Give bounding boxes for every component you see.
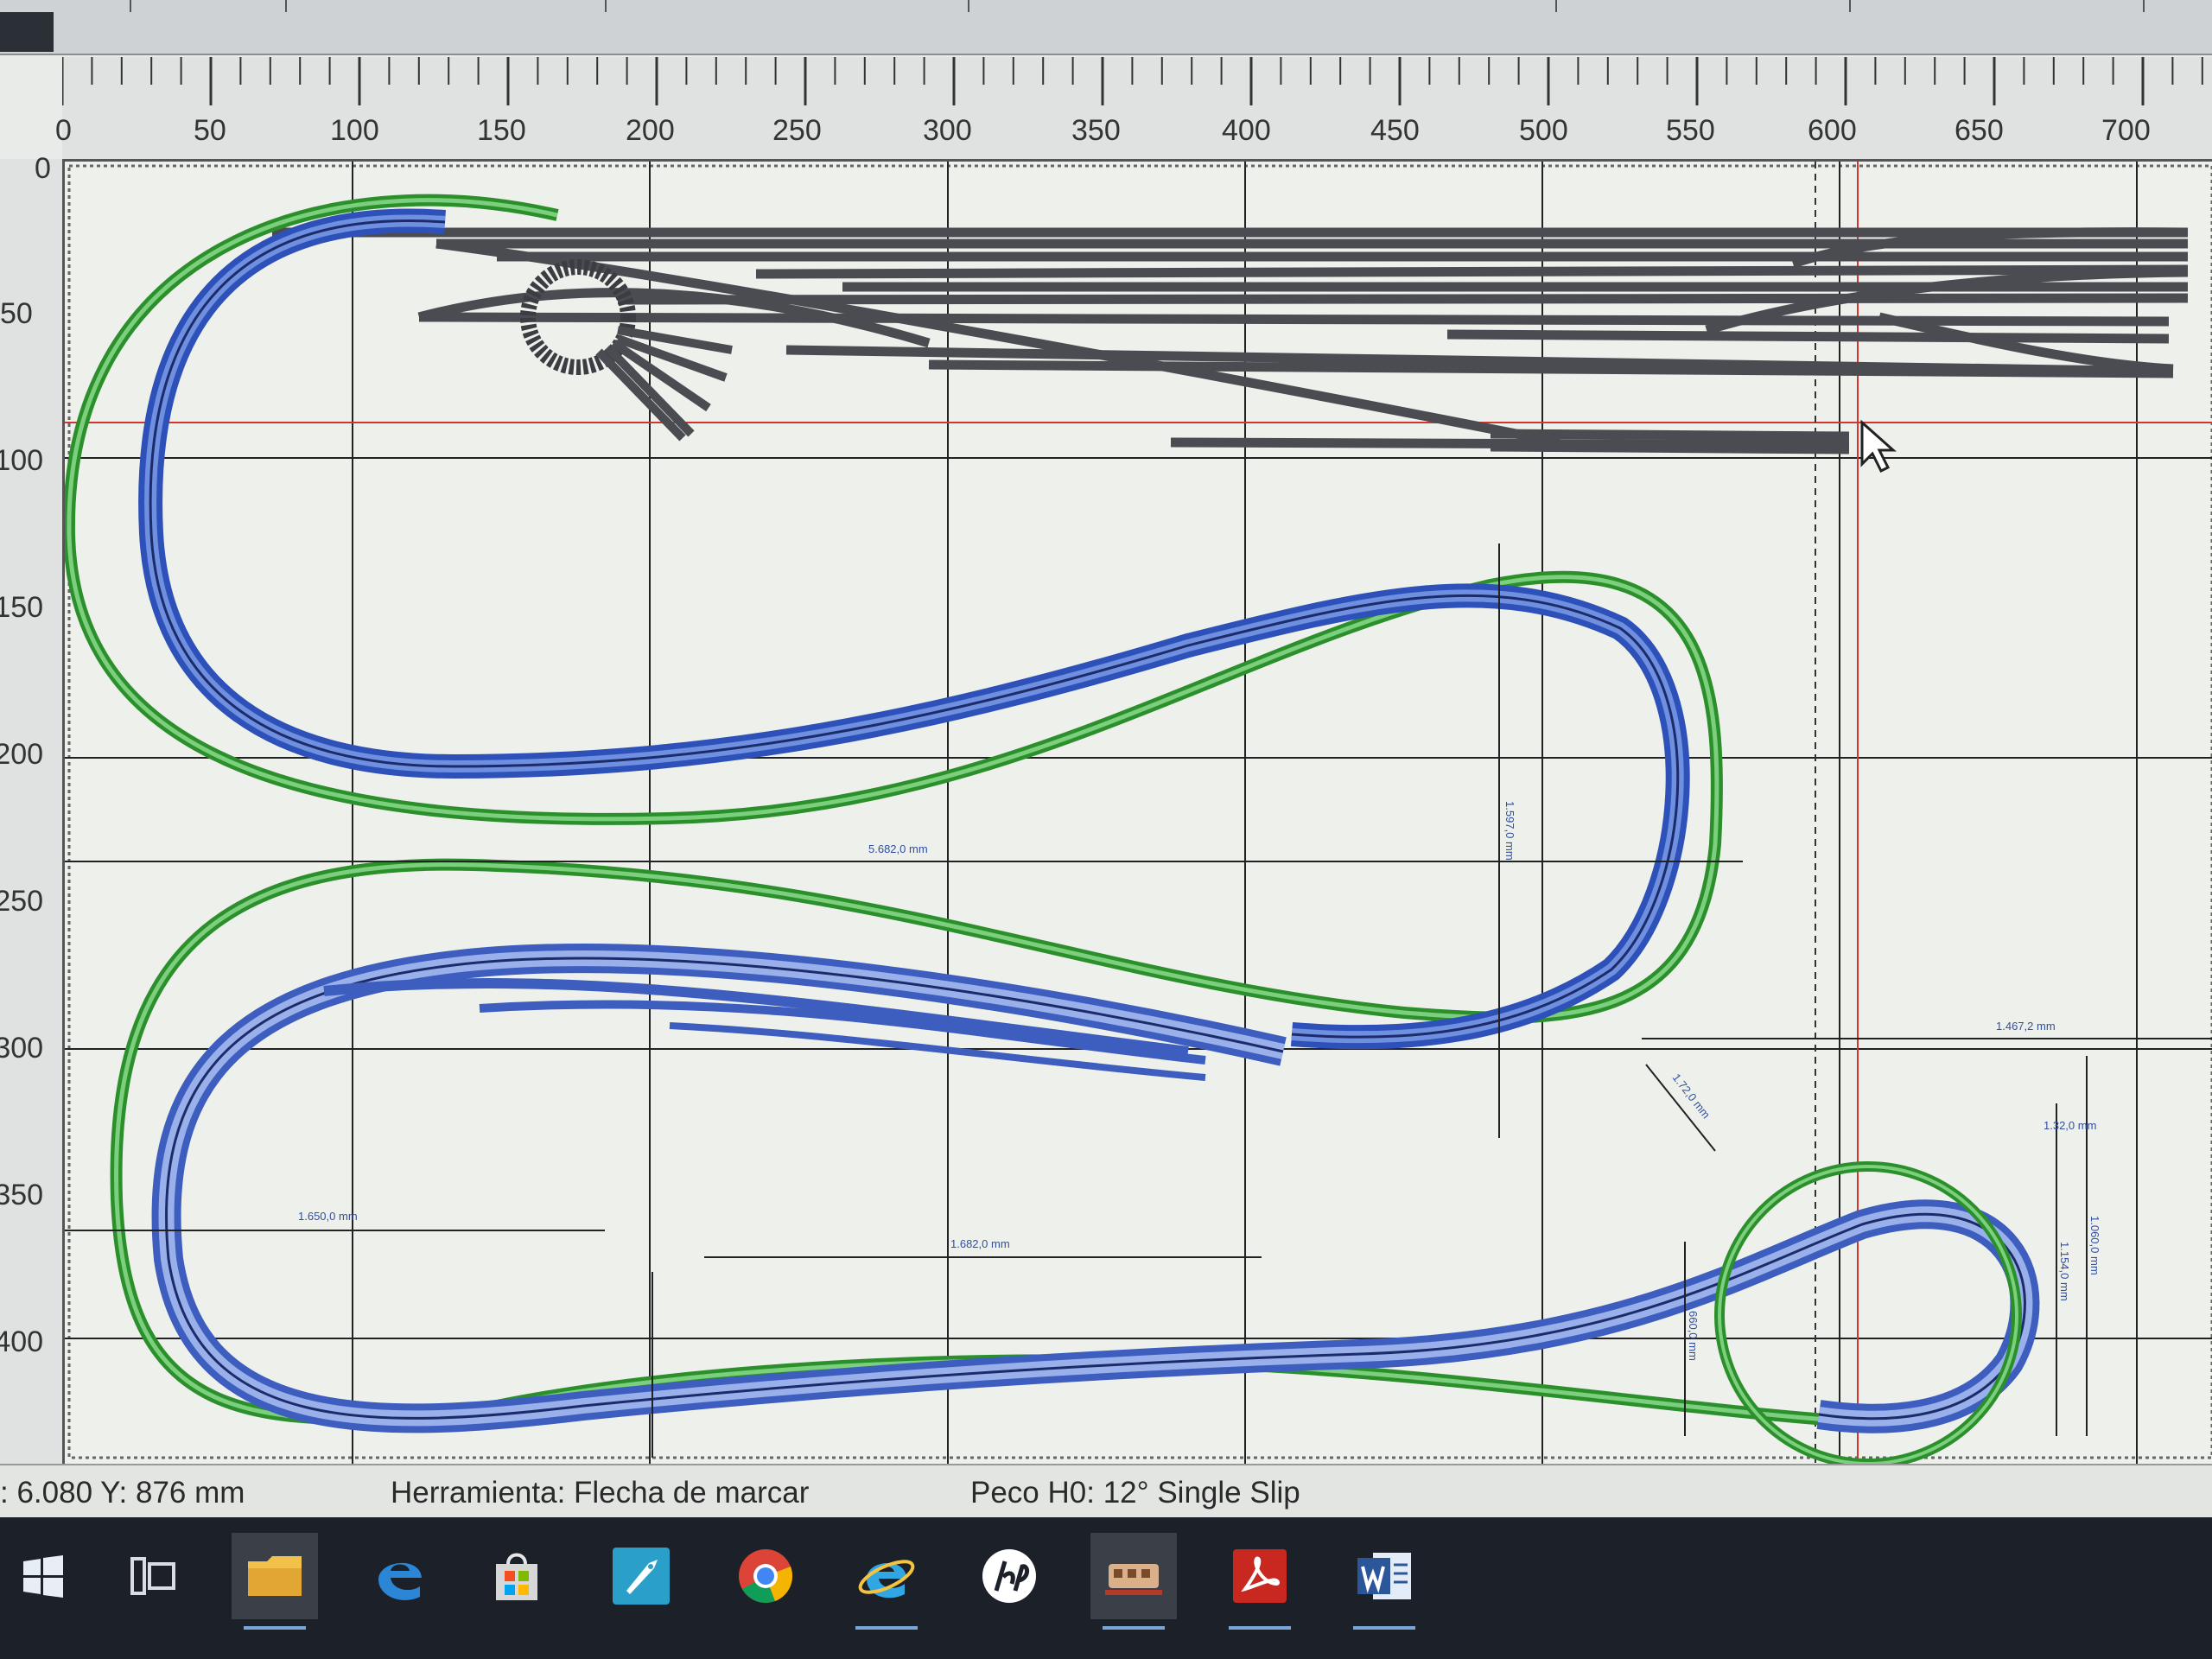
dimension-label-right: 1.467,2 mm	[1996, 1020, 2056, 1033]
acrobat-icon	[1233, 1549, 1287, 1603]
dimension-label-left: 1.650,0 mm	[298, 1210, 358, 1223]
open-indicator	[855, 1626, 918, 1630]
vruler-label: -300	[0, 1032, 44, 1065]
hruler-label: 0	[55, 114, 72, 147]
word-button[interactable]	[1341, 1533, 1427, 1630]
dimension-label-right-small: 1.32,0 mm	[2044, 1119, 2096, 1132]
layout-canvas[interactable]: 5.682,0 mm 1.597,0 mm 1.650,0 mm 1.682,0…	[65, 162, 2212, 1464]
open-indicator	[1229, 1626, 1291, 1630]
train-app-icon	[1105, 1564, 1162, 1595]
edge-button[interactable]	[356, 1533, 442, 1619]
titlebar-tick	[968, 0, 969, 12]
open-indicator	[1353, 1626, 1415, 1630]
vertical-ruler[interactable]: 0 50 -100 -150 -200 -250 -300 -350 -400	[0, 152, 65, 1464]
hp-button[interactable]	[966, 1533, 1052, 1619]
vruler-label: -100	[0, 444, 44, 477]
lower-blue-loops	[151, 944, 2040, 1433]
train-app-button[interactable]	[1090, 1533, 1177, 1630]
edge-icon	[378, 1562, 422, 1600]
store-button[interactable]	[474, 1533, 560, 1619]
dimension-label-right-v1: 1.154,0 mm	[2058, 1242, 2071, 1301]
hruler-label: 600	[1808, 114, 1857, 147]
internet-explorer-button[interactable]	[843, 1533, 930, 1630]
hruler-label: 400	[1222, 114, 1271, 147]
store-icon	[496, 1553, 537, 1600]
vruler-label: -200	[0, 738, 44, 771]
hruler-label: 550	[1666, 114, 1715, 147]
dimension-label-right-v2: 1.060,0 mm	[2088, 1216, 2101, 1275]
status-tool: Herramienta: Flecha de marcar	[391, 1476, 810, 1510]
hruler-label: 150	[477, 114, 526, 147]
hruler-label: 250	[772, 114, 822, 147]
titlebar-tick	[1849, 0, 1851, 12]
horizontal-ruler[interactable]: 0 50 100 150 200 250 300 350 400 450 500…	[55, 57, 2212, 162]
start-icon	[23, 1555, 63, 1598]
mouse-pointer-icon	[1860, 419, 1897, 474]
vruler-label: -250	[0, 885, 44, 918]
titlebar-tick	[1555, 0, 1557, 12]
rocket-app-button[interactable]	[598, 1533, 684, 1619]
status-selected-item: Peco H0: 12° Single Slip	[970, 1476, 1300, 1510]
dimension-label-bottom: 1.682,0 mm	[950, 1237, 1010, 1250]
chrome-icon	[739, 1549, 793, 1603]
vruler-label: 0	[35, 152, 51, 185]
word-icon	[1357, 1553, 1411, 1599]
hruler-label: 650	[1955, 114, 2004, 147]
vruler-label: -150	[0, 591, 44, 624]
hp-icon	[982, 1549, 1036, 1603]
titlebar-tick	[130, 0, 131, 12]
status-coordinates: : 6.080 Y: 876 mm	[0, 1476, 245, 1510]
hruler-label: 700	[2101, 114, 2151, 147]
task-view-icon	[130, 1557, 175, 1595]
yard-tracks	[272, 227, 2189, 454]
vruler-label: 50	[0, 297, 33, 330]
titlebar-tick	[285, 0, 287, 12]
horizontal-ruler-ticks	[62, 57, 2203, 105]
dimension-label-vertical: 1.597,0 mm	[1503, 801, 1516, 861]
rocket-app-icon	[613, 1548, 670, 1605]
active-indicator	[244, 1626, 306, 1630]
file-explorer-button[interactable]	[232, 1533, 318, 1630]
hruler-label: 100	[330, 114, 379, 147]
chrome-button[interactable]	[722, 1533, 809, 1619]
hruler-label: 300	[923, 114, 972, 147]
vruler-label: -400	[0, 1325, 44, 1358]
track-planner-window: 0 50 100 150 200 250 300 350 400 450 500…	[0, 0, 2212, 1659]
dimension-labels: 5.682,0 mm 1.597,0 mm 1.650,0 mm 1.682,0…	[298, 801, 2101, 1361]
window-corner-block	[0, 12, 54, 52]
dimension-label-diagonal: 1.72,0 mm	[1670, 1071, 1713, 1122]
title-bar	[0, 0, 2212, 55]
vruler-label: -350	[0, 1179, 44, 1211]
titlebar-tick	[2143, 0, 2145, 12]
titlebar-tick	[605, 0, 607, 12]
open-indicator	[1103, 1626, 1165, 1630]
dimension-label-top: 5.682,0 mm	[868, 842, 928, 855]
status-bar: : 6.080 Y: 876 mm Herramienta: Flecha de…	[0, 1464, 2212, 1519]
hruler-label: 450	[1370, 114, 1420, 147]
dimension-lines	[65, 543, 2212, 1458]
track-plan-drawing: 5.682,0 mm 1.597,0 mm 1.650,0 mm 1.682,0…	[65, 162, 2212, 1464]
windows-taskbar	[0, 1517, 2212, 1659]
hruler-label: 350	[1071, 114, 1121, 147]
file-explorer-icon	[248, 1556, 302, 1596]
hruler-label: 200	[626, 114, 675, 147]
dimension-label-loop: 660,0 mm	[1687, 1311, 1700, 1361]
hruler-label: 500	[1519, 114, 1568, 147]
hruler-label: 50	[194, 114, 226, 147]
acrobat-button[interactable]	[1217, 1533, 1303, 1630]
start-button[interactable]	[0, 1533, 86, 1619]
internet-explorer-icon	[858, 1560, 915, 1599]
task-view-button[interactable]	[111, 1533, 197, 1619]
